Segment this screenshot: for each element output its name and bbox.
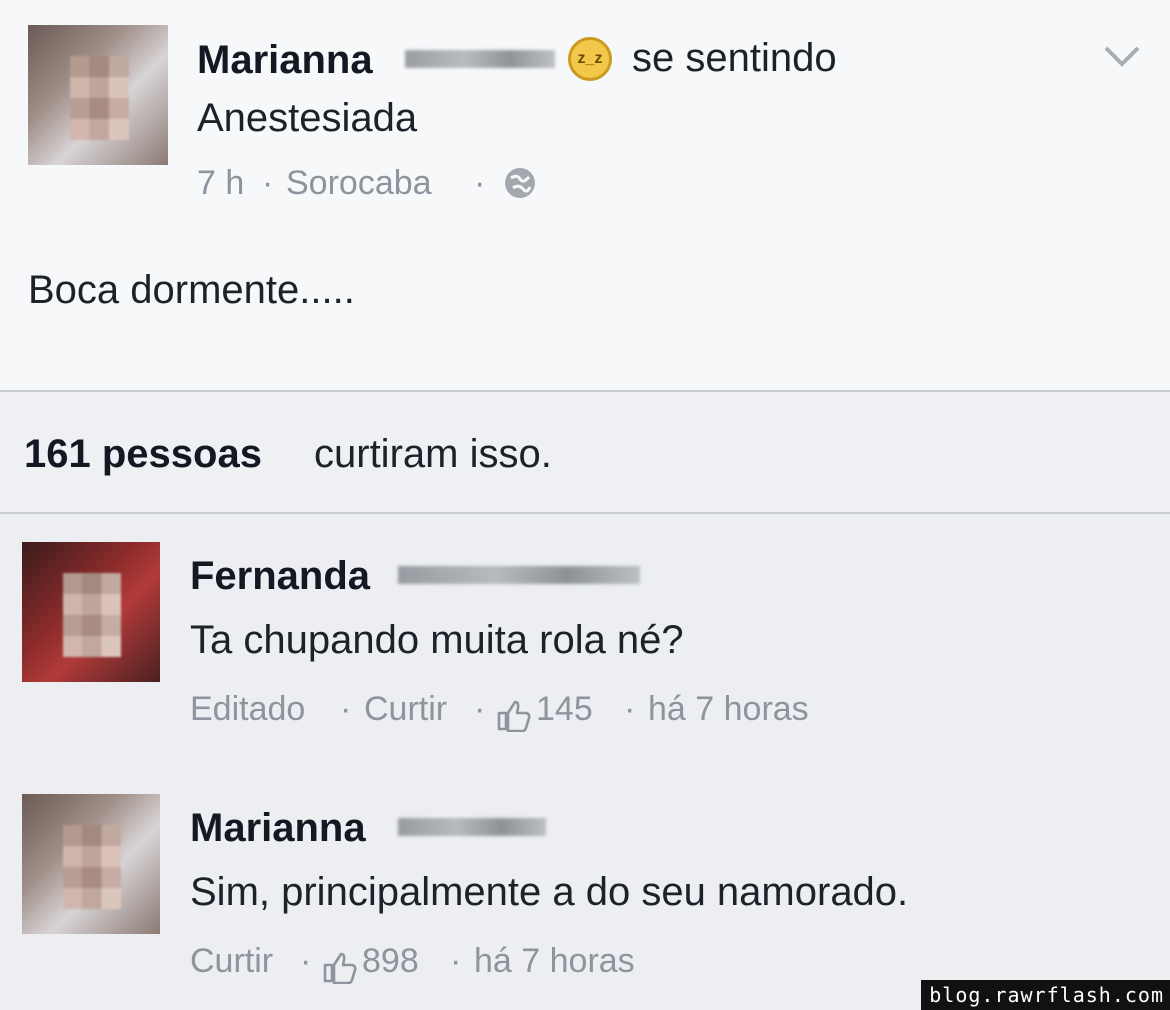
likes-suffix: curtiram isso. (314, 432, 552, 476)
meta-separator: · (340, 690, 352, 728)
post-card: Marianna z_z se sentindo Anestesiada 7 h… (0, 0, 1170, 390)
watermark: blog.rawrflash.com (921, 980, 1170, 1010)
likes-count[interactable]: 161 pessoas (24, 432, 262, 477)
comment-text: Sim, principalmente a do seu namorado. (190, 870, 909, 914)
meta-separator: · (474, 690, 486, 728)
meta-separator: · (624, 690, 636, 728)
post-body: Boca dormente..... (28, 268, 355, 312)
thumbs-up-icon (323, 952, 357, 984)
post-author-avatar[interactable] (28, 25, 168, 165)
feeling-label[interactable]: Anestesiada (197, 96, 417, 141)
comment-time[interactable]: há 7 horas (648, 690, 809, 729)
comment-like-count[interactable]: 145 (536, 690, 593, 729)
comment-author-name[interactable]: Fernanda (190, 554, 370, 599)
post-location[interactable]: Sorocaba (286, 164, 432, 203)
comment-like-button[interactable]: Curtir (364, 690, 447, 729)
blurred-face (63, 824, 122, 909)
redacted-surname (398, 566, 640, 584)
meta-separator: · (474, 164, 486, 202)
meta-separator: · (262, 164, 274, 202)
globe-icon (505, 168, 535, 198)
comment-author-name[interactable]: Marianna (190, 806, 366, 851)
redacted-surname (398, 818, 546, 836)
anesthetized-emoji-icon: z_z (568, 37, 612, 81)
post-time[interactable]: 7 h (197, 164, 244, 203)
blurred-face (63, 572, 122, 657)
comment-author-avatar[interactable] (22, 542, 160, 682)
redacted-surname (405, 50, 555, 68)
comment-like-count[interactable]: 898 (362, 942, 419, 981)
thumbs-up-icon (497, 700, 531, 732)
likes-summary[interactable]: 161 pessoas curtiram isso. (0, 390, 1170, 514)
meta-separator: · (300, 942, 312, 980)
meta-separator: · (450, 942, 462, 980)
comments-section: Fernanda Ta chupando muita rola né? Edit… (0, 514, 1170, 1010)
comment-like-button[interactable]: Curtir (190, 942, 273, 981)
blurred-face (70, 55, 129, 140)
comment-text: Ta chupando muita rola né? (190, 618, 684, 662)
comment-author-avatar[interactable] (22, 794, 160, 934)
feeling-prefix: se sentindo (632, 36, 837, 80)
comment-time[interactable]: há 7 horas (474, 942, 635, 981)
post-author-name[interactable]: Marianna (197, 38, 373, 83)
chevron-down-icon[interactable] (1102, 42, 1142, 72)
comment-edited-label[interactable]: Editado (190, 690, 305, 729)
